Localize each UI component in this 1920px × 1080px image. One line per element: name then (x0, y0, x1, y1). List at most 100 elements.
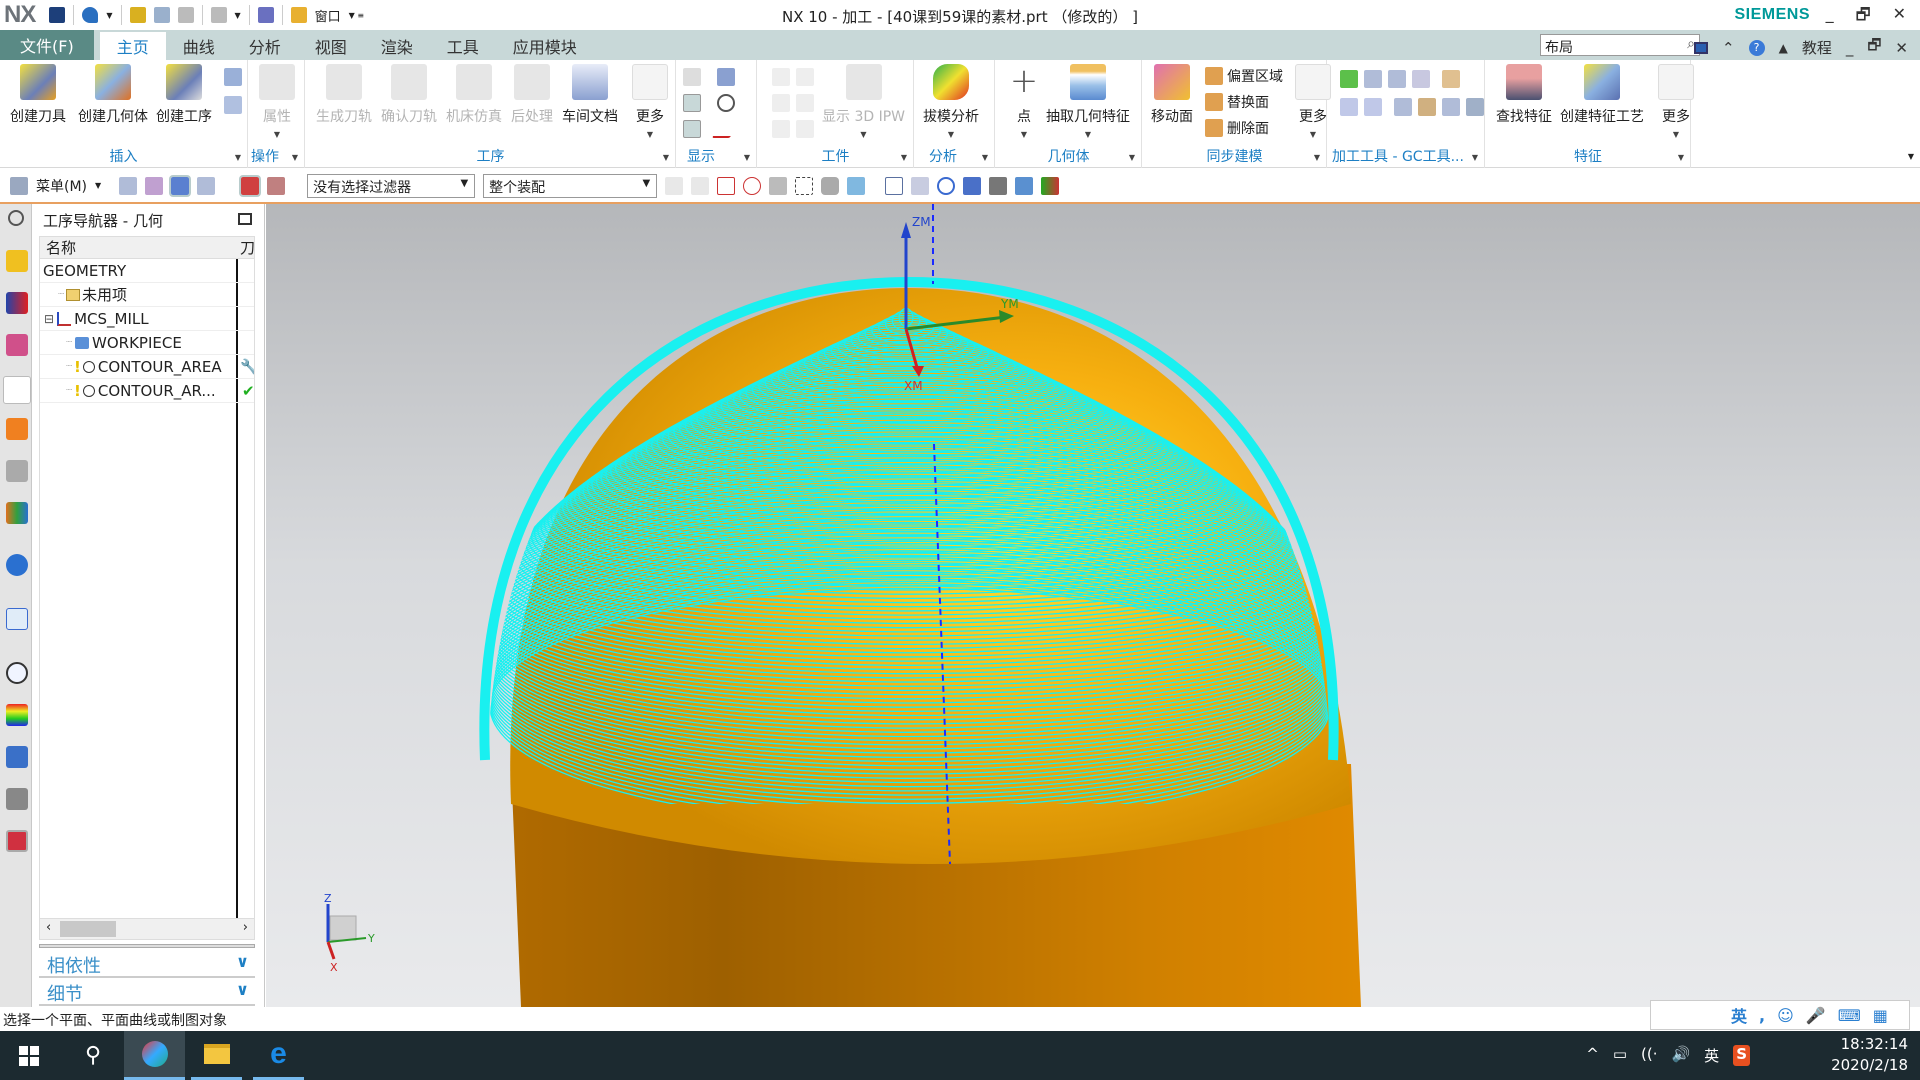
gc-check-icon[interactable] (1340, 70, 1358, 88)
ime-skin-icon[interactable]: ▦ (1873, 1006, 1888, 1025)
constraint-navigator-icon[interactable] (6, 292, 28, 314)
column-tool-header[interactable]: 刀 (240, 237, 254, 258)
section-dependencies[interactable]: 相依性 ∨ (39, 952, 255, 978)
web-browser-icon[interactable] (6, 608, 28, 630)
volume-icon[interactable]: 🔊 (1671, 1045, 1690, 1066)
offset-region-button[interactable]: 偏置区域 (1205, 66, 1283, 86)
doc-minimize-button[interactable]: _ (1846, 39, 1854, 57)
tutorial-link[interactable]: 教程 (1802, 37, 1832, 58)
ime-keyboard-icon[interactable]: ⌨ (1838, 1006, 1861, 1025)
clock[interactable]: 18:32:14 2020/2/18 (1831, 1034, 1908, 1076)
taskbar-nx-app[interactable] (124, 1031, 185, 1080)
group-insert-dropdown-icon[interactable]: ▼ (235, 153, 241, 162)
shaded-solid-icon[interactable] (1015, 176, 1034, 195)
feature-more-button[interactable]: 更多 ▼ (1658, 64, 1694, 139)
save-icon[interactable] (49, 7, 66, 23)
group-sync-dropdown-icon[interactable]: ▼ (1314, 153, 1320, 162)
paste-icon[interactable] (177, 7, 194, 23)
view-cube-icon[interactable] (847, 176, 866, 195)
start-button[interactable] (0, 1031, 58, 1080)
display-curve-icon[interactable] (711, 120, 741, 138)
create-program-icon[interactable] (224, 68, 242, 86)
snap-point-icon[interactable] (665, 176, 684, 195)
part-navigator-icon[interactable] (6, 334, 28, 356)
doc-close-button[interactable]: ✕ (1895, 39, 1908, 57)
create-feature-process-button[interactable]: 创建特征工艺 (1560, 64, 1644, 126)
point-button[interactable]: + 点 ▼ (1006, 64, 1042, 139)
workpiece-tool-4-icon[interactable] (796, 94, 814, 112)
operation-more-button[interactable]: 更多 ▼ (632, 64, 668, 139)
scroll-thumb[interactable] (60, 921, 116, 937)
tree-row-contour-area[interactable]: ┈ ! CONTOUR_AREA 🔧 (40, 355, 254, 379)
program-order-view-icon[interactable] (119, 176, 138, 195)
gc-tool-8-icon[interactable] (1394, 98, 1412, 116)
filter-icon[interactable] (691, 176, 710, 195)
group-operate-dropdown-icon[interactable]: ▼ (292, 153, 298, 162)
move-face-button[interactable]: 移动面 (1151, 64, 1193, 126)
section-details[interactable]: 细节 ∨ (39, 980, 255, 1006)
extract-geometry-button[interactable]: 抽取几何特征 ▼ (1046, 64, 1130, 139)
method-view-icon[interactable] (197, 176, 216, 195)
tab-home[interactable]: 主页 (99, 32, 166, 60)
tab-file[interactable]: 文件(F) (0, 30, 94, 60)
copy-icon[interactable] (153, 7, 170, 23)
tree-row-unused[interactable]: ┈ 未用项 (40, 283, 254, 307)
group-display-dropdown-icon[interactable]: ▼ (744, 153, 750, 162)
display-section-icon[interactable] (683, 120, 701, 138)
undo-icon[interactable] (82, 7, 99, 23)
machine-tool-navigator-icon[interactable] (6, 418, 28, 440)
gc-tool-5-icon[interactable] (1442, 70, 1460, 88)
minimize-button[interactable]: _ (1826, 4, 1834, 31)
column-name-header[interactable]: 名称 (46, 237, 76, 258)
create-operation-button[interactable]: 创建工序 (156, 64, 212, 126)
type-filter-icon[interactable] (717, 176, 736, 195)
gc-tool-4-icon[interactable] (1412, 70, 1430, 88)
taskbar-edge[interactable]: e (253, 1031, 304, 1080)
process-studio-icon[interactable] (6, 746, 28, 768)
group-gc-dropdown-icon[interactable]: ▼ (1472, 153, 1478, 162)
battery-icon[interactable]: ▭ (1613, 1045, 1627, 1066)
scroll-left-icon[interactable]: ‹ (46, 920, 51, 935)
properties-button[interactable]: 属性 ▼ (259, 64, 295, 139)
workpiece-tool-6-icon[interactable] (796, 120, 814, 138)
show-hidden-icons[interactable]: ^ (1586, 1045, 1599, 1066)
ime-voice-icon[interactable]: 🎤 (1806, 1006, 1826, 1025)
postprocess-button[interactable]: 后处理 (511, 64, 553, 126)
create-geometry-button[interactable]: 创建几何体 (78, 64, 148, 126)
collapse-ribbon-icon[interactable]: ⌃ (1722, 39, 1735, 57)
group-operation-dropdown-icon[interactable]: ▼ (663, 153, 669, 162)
group-geometry-dropdown-icon[interactable]: ▼ (1129, 153, 1135, 162)
collapse-toggle-icon[interactable]: ⊟ (44, 312, 54, 326)
show-3d-ipw-button[interactable]: 显示 3D IPW ▼ (822, 64, 905, 139)
machining-feature-navigator-icon[interactable] (6, 460, 28, 482)
orient-view-icon[interactable] (963, 176, 982, 195)
draft-analysis-button[interactable]: 拔模分析 ▼ (923, 64, 979, 139)
command-search-input[interactable]: 布局 ⌕ (1540, 34, 1700, 56)
roles-icon[interactable] (6, 788, 28, 810)
geometry-view-icon[interactable] (169, 174, 192, 197)
manufacturing-wizard-icon[interactable] (6, 830, 28, 852)
replace-face-button[interactable]: 替换面 (1205, 92, 1269, 112)
close-button[interactable]: ✕ (1893, 4, 1906, 31)
tab-analysis[interactable]: 分析 (232, 32, 298, 60)
display-point-icon[interactable] (717, 94, 735, 112)
feature-nav-icon[interactable] (239, 174, 262, 197)
window-icon[interactable] (290, 7, 307, 23)
create-method-icon[interactable] (224, 96, 242, 114)
maximize-navigator-icon[interactable] (238, 213, 252, 225)
point-on-curve-icon[interactable] (743, 176, 762, 195)
create-tool-button[interactable]: 创建刀具 (10, 64, 66, 126)
shop-docs-button[interactable]: 车间文档 (562, 64, 618, 126)
selection-filter-dropdown[interactable]: 没有选择过滤器 ▼ (307, 173, 476, 198)
operation-navigator-icon[interactable] (3, 376, 31, 404)
gc-tool-9-icon[interactable] (1418, 98, 1436, 116)
doc-restore-button[interactable]: 🗗 (1867, 35, 1881, 60)
history-clock-icon[interactable] (6, 662, 28, 684)
tab-tools[interactable]: 工具 (430, 32, 496, 60)
tree-row-contour-area-2[interactable]: ┈ ! CONTOUR_AR... ✔ (40, 379, 254, 403)
help-icon[interactable]: ? (1748, 39, 1765, 56)
repeat-dropdown-icon[interactable]: ▼ (235, 11, 241, 20)
search-button[interactable]: ⚲ (64, 1031, 122, 1080)
menu-button[interactable]: 菜单(M) (36, 176, 87, 196)
render-style-icon[interactable] (989, 176, 1008, 195)
